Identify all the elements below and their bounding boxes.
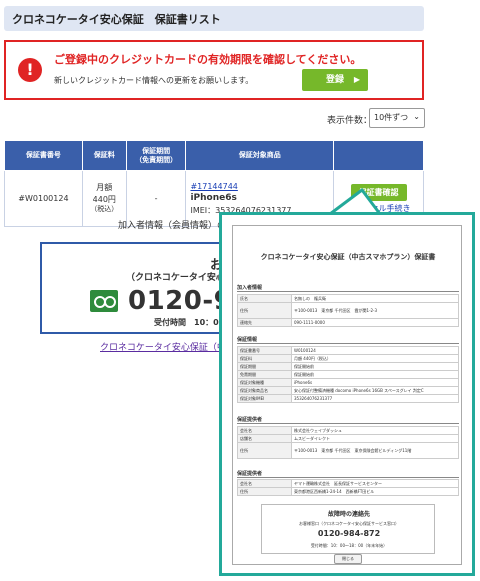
column-header-fee: 保証料: [81, 140, 127, 171]
member-table: 氏名 名無しの 権兵衛 住所 〒100-0013 東京都 千代田区 霞が関1-2-3…: [237, 294, 459, 327]
section-operator-heading: 保証提供者: [237, 471, 263, 477]
guarantee-key: 保証対象機種: [237, 378, 292, 387]
guarantee-key: 保証料: [237, 354, 292, 363]
operator-value: 東京都港区西新橋1-24-14 西新橋FT田ビル: [291, 487, 459, 496]
guarantee-value: W0100124: [291, 346, 459, 355]
provider-key: 会社名: [237, 426, 292, 435]
fee-amount: 440円: [92, 194, 116, 204]
fee-tax: （税込）: [90, 204, 119, 213]
page-size-select[interactable]: 10件ずつ ⌄: [369, 108, 425, 128]
member-value: 090-1111-0000: [291, 318, 459, 327]
close-button[interactable]: 閉じる: [334, 554, 362, 564]
guarantee-key: 免責期間: [237, 370, 292, 379]
guarantee-value: 保証開始前: [291, 370, 459, 379]
divider: [237, 423, 459, 424]
register-button-label: 登録: [325, 75, 344, 85]
chevron-down-icon: ⌄: [413, 112, 420, 121]
arrow-right-icon: ▶: [353, 75, 360, 84]
provider-key: 店舗名: [237, 434, 292, 443]
guarantee-value: 353264076231377: [291, 394, 459, 403]
column-header-product: 保証対象商品: [185, 140, 335, 171]
operator-key: 住所: [237, 487, 292, 496]
provider-table: 会社名 株式会社ウェイブダッシュ 店舗名 ムスビーダイレクト 住所 〒100-0013…: [237, 426, 459, 459]
member-key: 連絡先: [237, 318, 292, 327]
failure-contact-phone: 0120-984-872: [317, 529, 381, 538]
provider-value: 株式会社ウェイブダッシュ: [291, 426, 459, 435]
alert-message: 新しいクレジットカード情報への更新をお願いします。: [54, 76, 254, 85]
section-guarantee-heading: 保証情報: [237, 337, 258, 343]
failure-contact-subtitle: お客様窓口（クロネコケータイ安心保証サービス窓口）: [299, 521, 399, 526]
section-member-heading: 加入者情報: [237, 285, 263, 291]
fee-period: 月額: [96, 183, 113, 193]
guarantee-table: 保証書番号 W0100124 保証料 月額 440円（税込） 保証期間 保証開始前 免…: [237, 346, 459, 403]
provider-value: 〒100-0013 東京都 千代田区 東京保険会館ビルディング11階: [291, 442, 459, 459]
page-header: クロネコケータイ安心保証 保証書リスト: [4, 6, 424, 31]
exclamation-circle-icon: !: [18, 58, 42, 82]
failure-contact-box: 故障時の連絡先 お客様窓口（クロネコケータイ安心保証サービス窓口） 0120-9…: [261, 504, 435, 554]
guarantee-value: 安心保証付整備済機種 docomo iPhone6s 16GB スペースグレイ …: [291, 386, 459, 395]
failure-contact-hours: 受付時間：10：00～18：00（年末年始）: [310, 543, 388, 548]
divider: [237, 291, 459, 292]
freedial-icon: [90, 290, 118, 312]
member-key: 氏名: [237, 294, 292, 303]
warranty-popup: クロネコケータイ安心保証（中古スマホプラン）保証書 加入者情報 氏名 名無しの 権…: [219, 212, 475, 576]
operator-table: 会社名 ヤマト運輸株式会社 延長保証サービスセンター 住所 東京都港区西新橋1-24…: [237, 479, 459, 496]
card-expiry-alert: ! ご登録中のクレジットカードの有効期限を確認してください。 新しいクレジットカ…: [4, 40, 424, 100]
member-value: 〒100-0013 東京都 千代田区 霞が関1-2-3: [291, 302, 459, 319]
column-header-term: 保証期間 （免責期間）: [125, 140, 187, 171]
provider-key: 住所: [237, 442, 292, 459]
column-header-actions: [333, 140, 424, 171]
provider-value: ムスビーダイレクト: [291, 434, 459, 443]
page-size-value: 10件ずつ: [374, 113, 409, 122]
column-header-id: 保証書番号: [4, 140, 83, 171]
operator-key: 会社名: [237, 479, 292, 488]
warranty-id: #W0100124: [4, 170, 83, 227]
guarantee-value: iPhone6s: [291, 378, 459, 387]
warranty-document: クロネコケータイ安心保証（中古スマホプラン）保証書 加入者情報 氏名 名無しの 権…: [232, 225, 462, 565]
document-title: クロネコケータイ安心保証（中古スマホプラン）保証書: [260, 253, 436, 261]
divider: [237, 343, 459, 344]
register-button[interactable]: 登録 ▶: [302, 69, 368, 91]
operator-value: ヤマト運輸株式会社 延長保証サービスセンター: [291, 479, 459, 488]
member-key: 住所: [237, 302, 292, 319]
alert-title: ご登録中のクレジットカードの有効期限を確認してください。: [54, 53, 362, 66]
guarantee-key: 保証対象商品名: [237, 386, 292, 395]
divider: [237, 477, 459, 478]
guarantee-key: 保証書番号: [237, 346, 292, 355]
guarantee-key: 保証対象IMEI: [237, 394, 292, 403]
guarantee-value: 保証開始前: [291, 362, 459, 371]
page-size-label: 表示件数：: [327, 116, 373, 126]
failure-contact-title: 故障時の連絡先: [327, 511, 370, 518]
guarantee-value: 月額 440円（税込）: [291, 354, 459, 363]
section-provider-heading: 保証提供者: [237, 417, 263, 423]
member-value: 名無しの 権兵衛: [291, 294, 459, 303]
page-title: クロネコケータイ安心保証 保証書リスト: [12, 13, 221, 26]
guarantee-key: 保証期間: [237, 362, 292, 371]
table-header-row: 保証書番号 保証料 保証期間 （免責期間） 保証対象商品: [4, 140, 424, 171]
